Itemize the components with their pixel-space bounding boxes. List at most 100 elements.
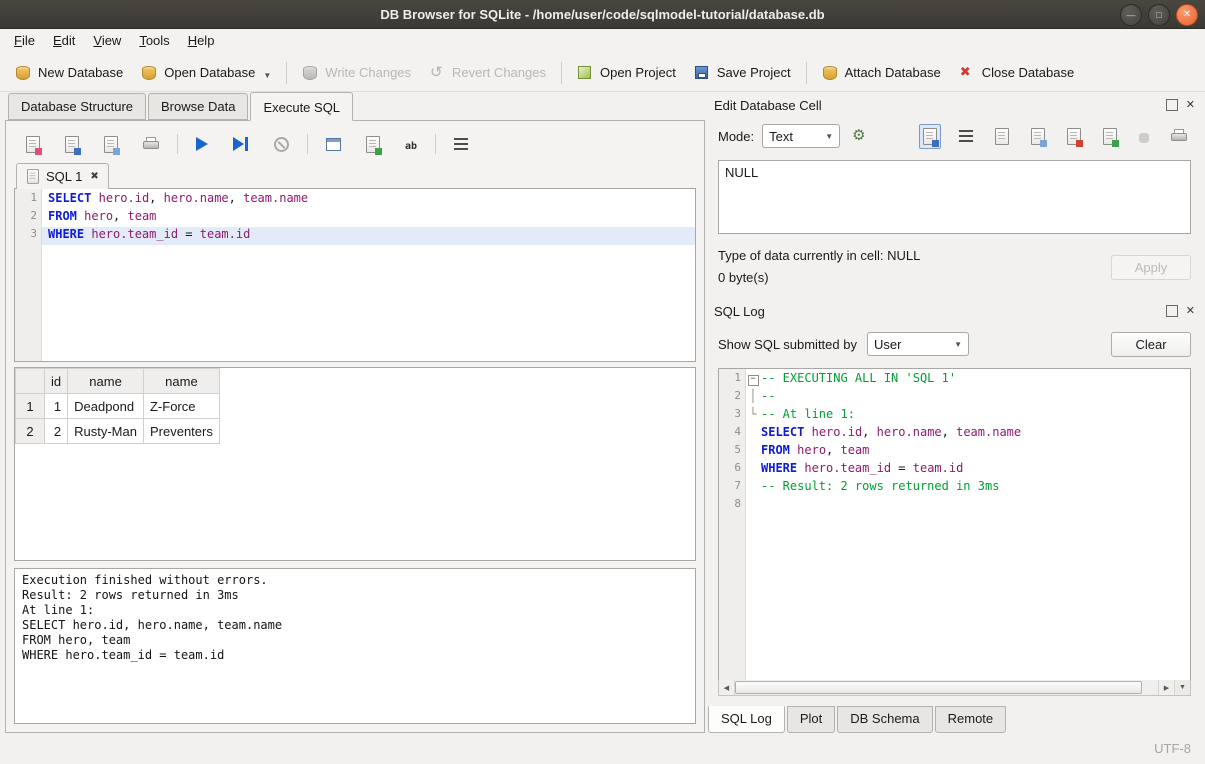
panel-tab-plot[interactable]: Plot [787, 706, 835, 733]
panel-tab-db-schema[interactable]: DB Schema [837, 706, 932, 733]
open-query-tab-button[interactable] [322, 134, 345, 155]
format-sql-button[interactable] [450, 134, 472, 154]
open-database-button[interactable]: Open Database▼ [132, 59, 280, 87]
horizontal-scrollbar[interactable]: ◀ ▶ ▼ [718, 680, 1191, 696]
menu-help[interactable]: Help [179, 29, 224, 54]
token: -- [761, 389, 775, 403]
text-mode-button[interactable] [919, 124, 941, 149]
cell[interactable]: 1 [45, 394, 68, 419]
table-row: 22Rusty-ManPreventers [16, 419, 220, 444]
attach-database-button[interactable]: Attach Database [813, 59, 950, 87]
minimize-button[interactable]: — [1120, 4, 1142, 26]
menu-view[interactable]: View [84, 29, 130, 54]
code-text: -- [760, 389, 775, 407]
clear-log-button[interactable]: Clear [1111, 332, 1191, 357]
tab-browse-data[interactable]: Browse Data [148, 93, 248, 120]
word-wrap-button[interactable] [955, 126, 977, 146]
log-filter-label: Show SQL submitted by [718, 337, 857, 352]
cell[interactable]: Rusty-Man [68, 419, 144, 444]
column-header[interactable]: name [143, 369, 219, 394]
menu-file[interactable]: File [5, 29, 44, 54]
open-project-button[interactable]: Open Project [568, 58, 685, 87]
panel-tab-sql-log[interactable]: SQL Log [708, 706, 785, 733]
header-row: idnamename [16, 369, 220, 394]
line-number: 6 [719, 461, 745, 479]
save-sql-as-button[interactable] [100, 132, 122, 157]
row-number[interactable]: 1 [16, 394, 45, 419]
token: , [826, 443, 840, 457]
token: FROM [761, 443, 790, 457]
open-sql-file-button[interactable] [22, 132, 44, 157]
token: team.name [956, 425, 1021, 439]
save-project-button[interactable]: Save Project [685, 59, 800, 87]
export-cell-data-button[interactable] [1099, 124, 1121, 149]
edit-cell-title: Edit Database Cell [714, 98, 822, 113]
float-icon[interactable] [1166, 305, 1178, 317]
sql-log-view[interactable]: 12345678−-- EXECUTING ALL IN 'SQL 1'│--└… [718, 368, 1191, 682]
dock-buttons: ✕ [1166, 99, 1195, 111]
float-icon[interactable] [1166, 99, 1178, 111]
sql-1-tab[interactable]: SQL 1 ✖ [16, 163, 109, 189]
cell[interactable]: Preventers [143, 419, 219, 444]
mode-settings-button[interactable] [848, 124, 869, 148]
export-results-button[interactable] [362, 132, 384, 157]
menu-tools[interactable]: Tools [130, 29, 178, 54]
cell[interactable]: 2 [45, 419, 68, 444]
tab-execute-sql[interactable]: Execute SQL [250, 92, 353, 121]
tab-database-structure[interactable]: Database Structure [8, 93, 146, 120]
token: hero.id [812, 425, 863, 439]
execute-current-line-button[interactable] [229, 133, 253, 155]
scroll-down-icon[interactable]: ▼ [1174, 680, 1190, 695]
save-cell-as-icon [1031, 128, 1045, 145]
statusbar: UTF-8 [0, 733, 1205, 764]
save-sql-file-button[interactable] [61, 132, 83, 157]
sql-editor[interactable]: 123SELECT hero.id, hero.name, team.nameF… [14, 188, 696, 362]
toolbar-separator [307, 134, 308, 154]
maximize-button[interactable]: □ [1148, 4, 1170, 26]
token: SELECT [761, 425, 804, 439]
scrollbar-thumb[interactable] [735, 681, 1142, 694]
scroll-left-icon[interactable]: ◀ [719, 680, 735, 695]
column-header[interactable]: name [68, 369, 144, 394]
close-database-button[interactable]: Close Database [950, 59, 1084, 87]
column-header[interactable]: id [45, 369, 68, 394]
cell[interactable]: Deadpond [68, 394, 144, 419]
menu-edit[interactable]: Edit [44, 29, 84, 54]
open-cell-file-button[interactable] [991, 124, 1013, 149]
titlebar[interactable]: DB Browser for SQLite - /home/user/code/… [0, 0, 1205, 29]
new-database-button[interactable]: New Database [6, 59, 132, 87]
close-icon[interactable]: ✕ [1186, 306, 1195, 316]
token: WHERE [761, 461, 797, 475]
output-line: At line 1: [22, 603, 688, 618]
set-null-button [1135, 126, 1153, 147]
print-sql-button[interactable] [139, 133, 163, 155]
apply-button: Apply [1111, 255, 1191, 280]
token: FROM [48, 209, 77, 223]
save-cell-as-button[interactable] [1027, 124, 1049, 149]
find-replace-button[interactable] [401, 133, 421, 156]
print-cell-button[interactable] [1167, 125, 1191, 147]
export-cell-data-icon [1103, 128, 1117, 145]
dropdown-caret-icon[interactable]: ▼ [263, 71, 271, 81]
code-text: SELECT hero.id, hero.name, team.name [42, 191, 308, 209]
token: , [942, 425, 956, 439]
line-number: 1 [15, 191, 41, 209]
close-icon[interactable]: ✕ [1186, 100, 1195, 110]
log-filter-select[interactable]: User ▼ [867, 332, 969, 356]
import-cell-data-button[interactable] [1063, 124, 1085, 149]
row-number[interactable]: 2 [16, 419, 45, 444]
close-button[interactable]: ✕ [1176, 4, 1198, 26]
sql-file-icon [27, 169, 39, 183]
write-changes-button: Write Changes [293, 59, 420, 87]
execute-all-button[interactable] [192, 133, 212, 155]
minimize-icon: — [1127, 11, 1136, 20]
scroll-right-icon[interactable]: ▶ [1158, 680, 1174, 695]
close-tab-icon[interactable]: ✖ [90, 171, 98, 182]
mode-select[interactable]: Text ▼ [762, 124, 840, 148]
cell[interactable]: Z-Force [143, 394, 219, 419]
token: team.id [200, 227, 251, 241]
cell-editor[interactable]: NULL [718, 160, 1191, 234]
revert-changes-button: Revert Changes [420, 59, 555, 87]
fold-collapse-icon[interactable]: − [748, 375, 759, 386]
panel-tab-remote[interactable]: Remote [935, 706, 1007, 733]
